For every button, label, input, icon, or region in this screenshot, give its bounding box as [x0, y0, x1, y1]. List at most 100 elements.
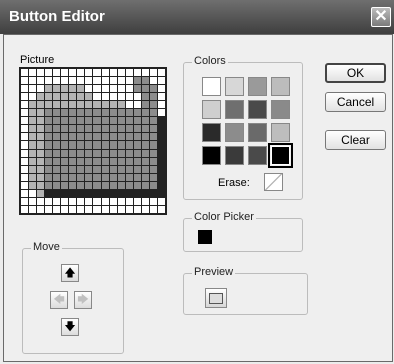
picture-cell[interactable] [109, 125, 117, 133]
picture-cell[interactable] [125, 69, 133, 77]
picture-cell[interactable] [21, 181, 29, 189]
move-up-icon[interactable]: 🡅 [61, 264, 79, 282]
picture-cell[interactable] [37, 85, 45, 93]
picture-cell[interactable] [141, 173, 149, 181]
picture-cell[interactable] [117, 93, 125, 101]
picture-cell[interactable] [157, 141, 165, 149]
picture-cell[interactable] [37, 125, 45, 133]
picture-cell[interactable] [93, 93, 101, 101]
picture-cell[interactable] [37, 141, 45, 149]
picture-cell[interactable] [61, 69, 69, 77]
picture-cell[interactable] [149, 117, 157, 125]
move-left-icon[interactable]: 🡄 [50, 291, 68, 309]
picture-cell[interactable] [61, 77, 69, 85]
picture-cell[interactable] [61, 85, 69, 93]
picture-cell[interactable] [29, 189, 37, 197]
picture-cell[interactable] [125, 93, 133, 101]
picture-cell[interactable] [93, 117, 101, 125]
picture-cell[interactable] [29, 197, 37, 205]
picture-cell[interactable] [93, 85, 101, 93]
picture-grid[interactable] [19, 67, 167, 215]
picture-cell[interactable] [93, 181, 101, 189]
picture-cell[interactable] [45, 157, 53, 165]
color-swatch[interactable] [202, 100, 221, 119]
picture-cell[interactable] [157, 149, 165, 157]
picture-cell[interactable] [61, 93, 69, 101]
picture-cell[interactable] [37, 189, 45, 197]
picture-cell[interactable] [149, 69, 157, 77]
picture-cell[interactable] [157, 101, 165, 109]
picture-cell[interactable] [109, 77, 117, 85]
picture-cell[interactable] [157, 173, 165, 181]
picture-cell[interactable] [45, 117, 53, 125]
picture-cell[interactable] [133, 109, 141, 117]
picture-cell[interactable] [29, 141, 37, 149]
picture-cell[interactable] [125, 141, 133, 149]
picture-cell[interactable] [117, 149, 125, 157]
picture-cell[interactable] [77, 141, 85, 149]
picture-cell[interactable] [157, 165, 165, 173]
picture-cell[interactable] [117, 101, 125, 109]
picture-cell[interactable] [133, 197, 141, 205]
picture-cell[interactable] [125, 173, 133, 181]
picture-cell[interactable] [69, 141, 77, 149]
picture-cell[interactable] [141, 69, 149, 77]
picture-cell[interactable] [45, 85, 53, 93]
picture-cell[interactable] [85, 77, 93, 85]
picture-cell[interactable] [21, 141, 29, 149]
picture-cell[interactable] [21, 133, 29, 141]
picture-cell[interactable] [77, 189, 85, 197]
picture-cell[interactable] [125, 165, 133, 173]
picture-cell[interactable] [45, 205, 53, 213]
picture-cell[interactable] [109, 117, 117, 125]
picture-cell[interactable] [53, 133, 61, 141]
picture-cell[interactable] [117, 77, 125, 85]
picture-cell[interactable] [21, 149, 29, 157]
picture-cell[interactable] [125, 117, 133, 125]
picture-cell[interactable] [141, 165, 149, 173]
picture-cell[interactable] [133, 173, 141, 181]
picture-cell[interactable] [109, 181, 117, 189]
picture-cell[interactable] [117, 125, 125, 133]
picture-cell[interactable] [77, 93, 85, 101]
picture-cell[interactable] [93, 173, 101, 181]
picture-cell[interactable] [149, 133, 157, 141]
picture-cell[interactable] [101, 149, 109, 157]
picture-cell[interactable] [21, 93, 29, 101]
picture-cell[interactable] [53, 85, 61, 93]
picture-cell[interactable] [21, 109, 29, 117]
picture-cell[interactable] [37, 93, 45, 101]
picture-cell[interactable] [117, 141, 125, 149]
picture-cell[interactable] [109, 165, 117, 173]
picture-cell[interactable] [37, 133, 45, 141]
picture-cell[interactable] [53, 77, 61, 85]
picture-cell[interactable] [133, 165, 141, 173]
picture-cell[interactable] [109, 101, 117, 109]
ok-button[interactable]: OK [325, 63, 386, 83]
picture-cell[interactable] [117, 205, 125, 213]
picture-cell[interactable] [101, 93, 109, 101]
picture-cell[interactable] [149, 173, 157, 181]
picture-cell[interactable] [45, 101, 53, 109]
picture-cell[interactable] [101, 181, 109, 189]
picture-cell[interactable] [61, 101, 69, 109]
picture-cell[interactable] [133, 181, 141, 189]
picture-cell[interactable] [29, 77, 37, 85]
picture-cell[interactable] [53, 189, 61, 197]
picture-cell[interactable] [29, 69, 37, 77]
picture-cell[interactable] [53, 101, 61, 109]
picture-cell[interactable] [117, 109, 125, 117]
picture-cell[interactable] [93, 125, 101, 133]
move-right-icon[interactable]: 🡆 [74, 291, 92, 309]
picture-cell[interactable] [101, 141, 109, 149]
picture-cell[interactable] [157, 77, 165, 85]
picture-cell[interactable] [133, 141, 141, 149]
picture-cell[interactable] [149, 77, 157, 85]
picture-cell[interactable] [149, 189, 157, 197]
picture-cell[interactable] [29, 109, 37, 117]
color-swatch[interactable] [271, 123, 290, 142]
picture-cell[interactable] [45, 181, 53, 189]
picture-cell[interactable] [149, 109, 157, 117]
picture-cell[interactable] [21, 85, 29, 93]
picture-cell[interactable] [141, 181, 149, 189]
